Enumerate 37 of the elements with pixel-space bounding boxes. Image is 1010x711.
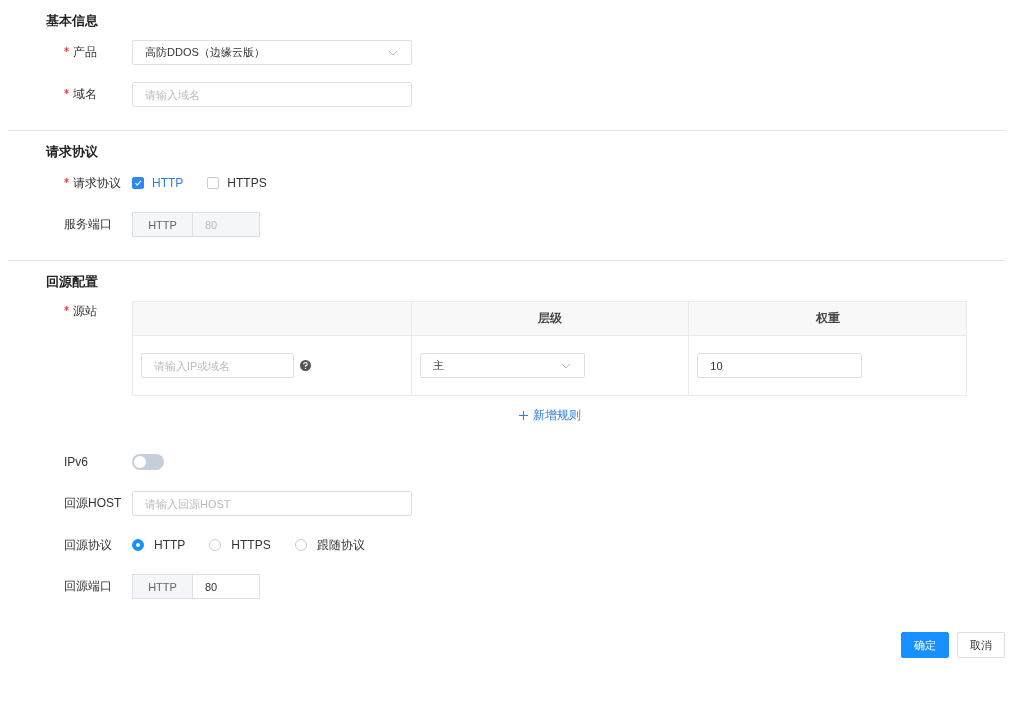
required-asterisk-icon [64, 89, 69, 94]
required-asterisk-icon [64, 47, 69, 52]
field-label: 源站 [8, 301, 132, 321]
field-label: 回源端口 [63, 578, 113, 595]
field-label: 产品 [8, 40, 132, 64]
field-label: 请求协议 [8, 171, 132, 195]
required-asterisk-icon [64, 306, 69, 311]
checkbox[interactable]: HTTPS [207, 176, 267, 190]
input-field[interactable]: 请输入域名 [132, 82, 412, 107]
section-title: 请求协议 [44, 143, 99, 161]
input-field[interactable]: 请输入回源HOST [132, 491, 412, 516]
input-field[interactable]: 10 [697, 353, 863, 378]
field-label: 回源协议 [63, 537, 113, 554]
radio-button[interactable]: HTTPS [209, 538, 271, 552]
required-asterisk-icon [64, 178, 69, 183]
input-field[interactable]: 80 [193, 574, 260, 599]
field-label: 服务端口 [63, 216, 113, 233]
field-label: 回源HOST [63, 495, 123, 512]
field-label: 域名 [8, 82, 132, 106]
cancel-button[interactable]: 取消 [957, 632, 1005, 658]
section-title: 基本信息 [45, 12, 99, 30]
column-header: 权重 [688, 302, 966, 335]
section-title: 回源配置 [45, 273, 99, 291]
port-addon: HTTP [132, 574, 193, 599]
select-field[interactable]: 主 [419, 353, 585, 378]
add-rule-link[interactable]: 新增规则 [518, 407, 581, 424]
input-field[interactable]: 请输入IP或域名 [141, 353, 294, 378]
field-label: IPv6 [63, 454, 89, 471]
select-field[interactable]: 高防DDOS（边缘云版） [132, 40, 412, 65]
port-addon: HTTP [132, 212, 193, 237]
toggle-switch[interactable] [132, 454, 164, 470]
checkbox[interactable]: HTTP [132, 176, 184, 190]
radio-button[interactable]: HTTP [132, 538, 186, 552]
help-icon [300, 360, 311, 371]
column-header: 层级 [410, 302, 689, 335]
plus-icon [518, 411, 528, 420]
radio-button[interactable]: 跟随协议 [294, 536, 365, 554]
